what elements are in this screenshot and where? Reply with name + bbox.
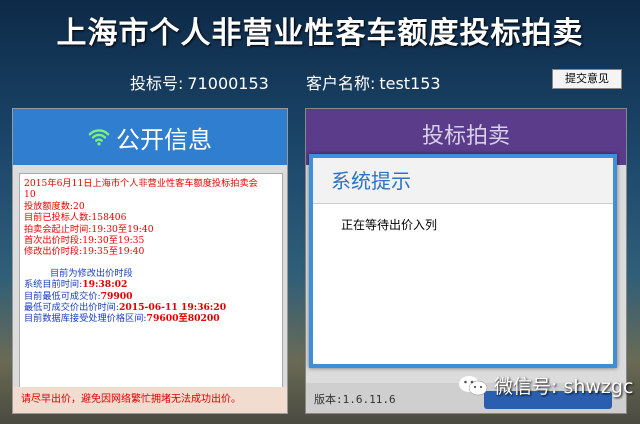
bidder-info: 投标号: 71000153 客户名称: test153 — [130, 70, 473, 94]
info-line: 2015年6月11日上海市个人非营业性客车额度投标拍卖会 — [24, 178, 258, 189]
info-line: 系统目前时间:19:38:02 — [24, 279, 278, 290]
customer-name-value: test153 — [379, 74, 441, 93]
system-prompt-dialog: 系统提示 正在等待出价入列 — [309, 154, 617, 368]
info-line: 拍卖会起止时间:19:30至19:40 — [24, 223, 154, 235]
wechat-icon — [459, 375, 488, 395]
wechat-id: 微信号: shwzgc — [494, 376, 634, 398]
info-line: 目前数据库接受处理价格区间:79600至80200 — [24, 313, 278, 324]
info-value: 79600至80200 — [146, 313, 220, 325]
submit-feedback-button[interactable]: 提交意见 — [552, 69, 622, 89]
public-info-title: 公开信息 — [116, 125, 212, 154]
info-line: 目前已投标人数:158406 — [24, 212, 127, 224]
info-line: 首次出价时段:19:30至19:35 — [24, 235, 145, 247]
info-label: 最低可成交价出价时间: — [24, 302, 119, 314]
version-label: 版本:1.6.11.6 — [314, 393, 396, 406]
info-label: 目前数据库接受处理价格区间: — [24, 313, 147, 325]
info-label: 系统目前时间: — [24, 279, 83, 291]
info-value: 19:38:02 — [82, 279, 128, 291]
wifi-icon — [88, 129, 110, 146]
bid-reminder: 请尽早出价，避免因网络繁忙拥堵无法成功出价。 — [13, 387, 287, 413]
public-info-content: 2015年6月11日上海市个人非营业性客车额度投标拍卖会 10 投放额度数:20… — [19, 173, 283, 395]
info-label: 目前最低可成交价: — [24, 290, 101, 302]
info-line: 最低可成交价出价时间:2015-06-11 19:36:20 — [24, 302, 278, 313]
bid-number: 投标号: 71000153 — [130, 74, 285, 93]
info-line: 目前最低可成交价:79900 — [24, 291, 278, 302]
customer-name: 客户名称: test153 — [306, 74, 457, 93]
public-info-header: 公开信息 — [13, 109, 287, 165]
public-info-panel: 公开信息 2015年6月11日上海市个人非营业性客车额度投标拍卖会 10 投放额… — [12, 108, 288, 414]
page-title: 上海市个人非营业性客车额度投标拍卖 — [56, 16, 584, 51]
info-line: 修改出价时段:19:35至19:40 — [24, 246, 145, 258]
wechat-watermark: 微信号: shwzgc — [458, 372, 633, 399]
bid-number-label: 投标号: — [130, 74, 184, 93]
customer-name-label: 客户名称: — [305, 74, 376, 93]
info-line: 目前为修改出价时段 — [50, 267, 133, 279]
info-value: 2015-06-11 19:36:20 — [118, 302, 227, 314]
info-line: 10 — [24, 189, 36, 201]
dialog-title: 系统提示 — [313, 158, 613, 204]
info-value: 79900 — [100, 290, 133, 302]
dialog-message: 正在等待出价入列 — [341, 218, 438, 232]
info-line: 投放额度数:20 — [24, 200, 85, 212]
bid-number-value: 71000153 — [187, 74, 269, 93]
